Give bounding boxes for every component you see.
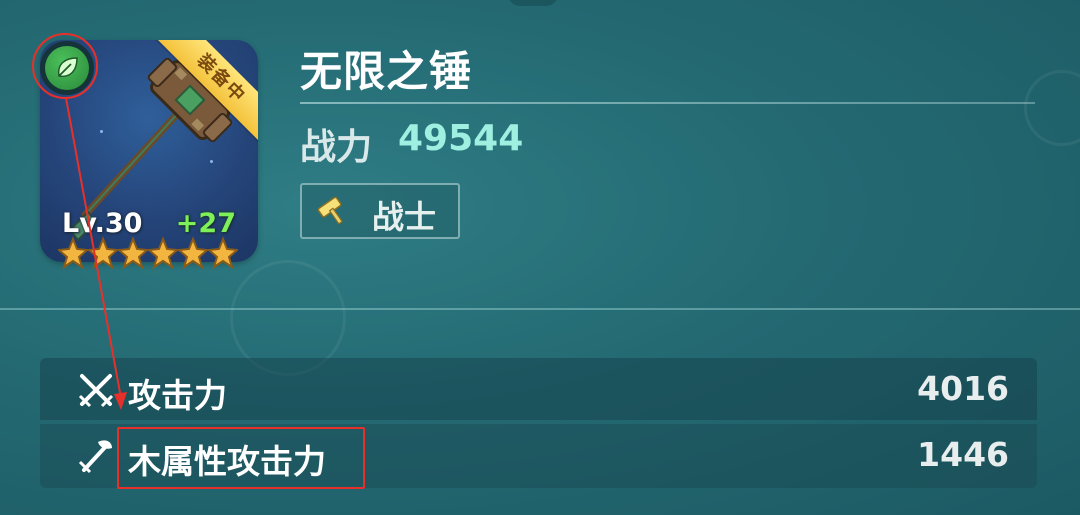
crossed-swords-icon (78, 374, 114, 408)
level-label: Lv.30 (62, 208, 143, 239)
stat-row-attack: 攻击力 4016 (40, 358, 1037, 420)
background-ornament (1024, 70, 1080, 146)
class-tag: 战士 (300, 183, 460, 239)
wood-sword-icon (78, 440, 112, 474)
stat-label: 攻击力 (128, 376, 227, 415)
hammer-icon (317, 196, 343, 225)
star-icon (146, 236, 180, 272)
star-rating (56, 236, 240, 272)
star-icon (176, 236, 210, 272)
section-divider (0, 308, 1080, 310)
star-icon (56, 236, 90, 272)
star-icon (206, 236, 240, 272)
divider (300, 102, 1035, 104)
class-label: 战士 (372, 198, 437, 236)
stat-value: 1446 (917, 435, 1009, 474)
highlight-box (117, 427, 365, 489)
power-label: 战力 (300, 127, 373, 168)
enhance-level: +27 (175, 208, 236, 239)
highlight-circle (32, 33, 98, 99)
stat-value: 4016 (917, 369, 1009, 408)
star-icon (86, 236, 120, 272)
power-value: 49544 (398, 118, 524, 159)
top-notch (508, 0, 558, 6)
item-name: 无限之锤 (300, 47, 473, 96)
star-icon (116, 236, 150, 272)
